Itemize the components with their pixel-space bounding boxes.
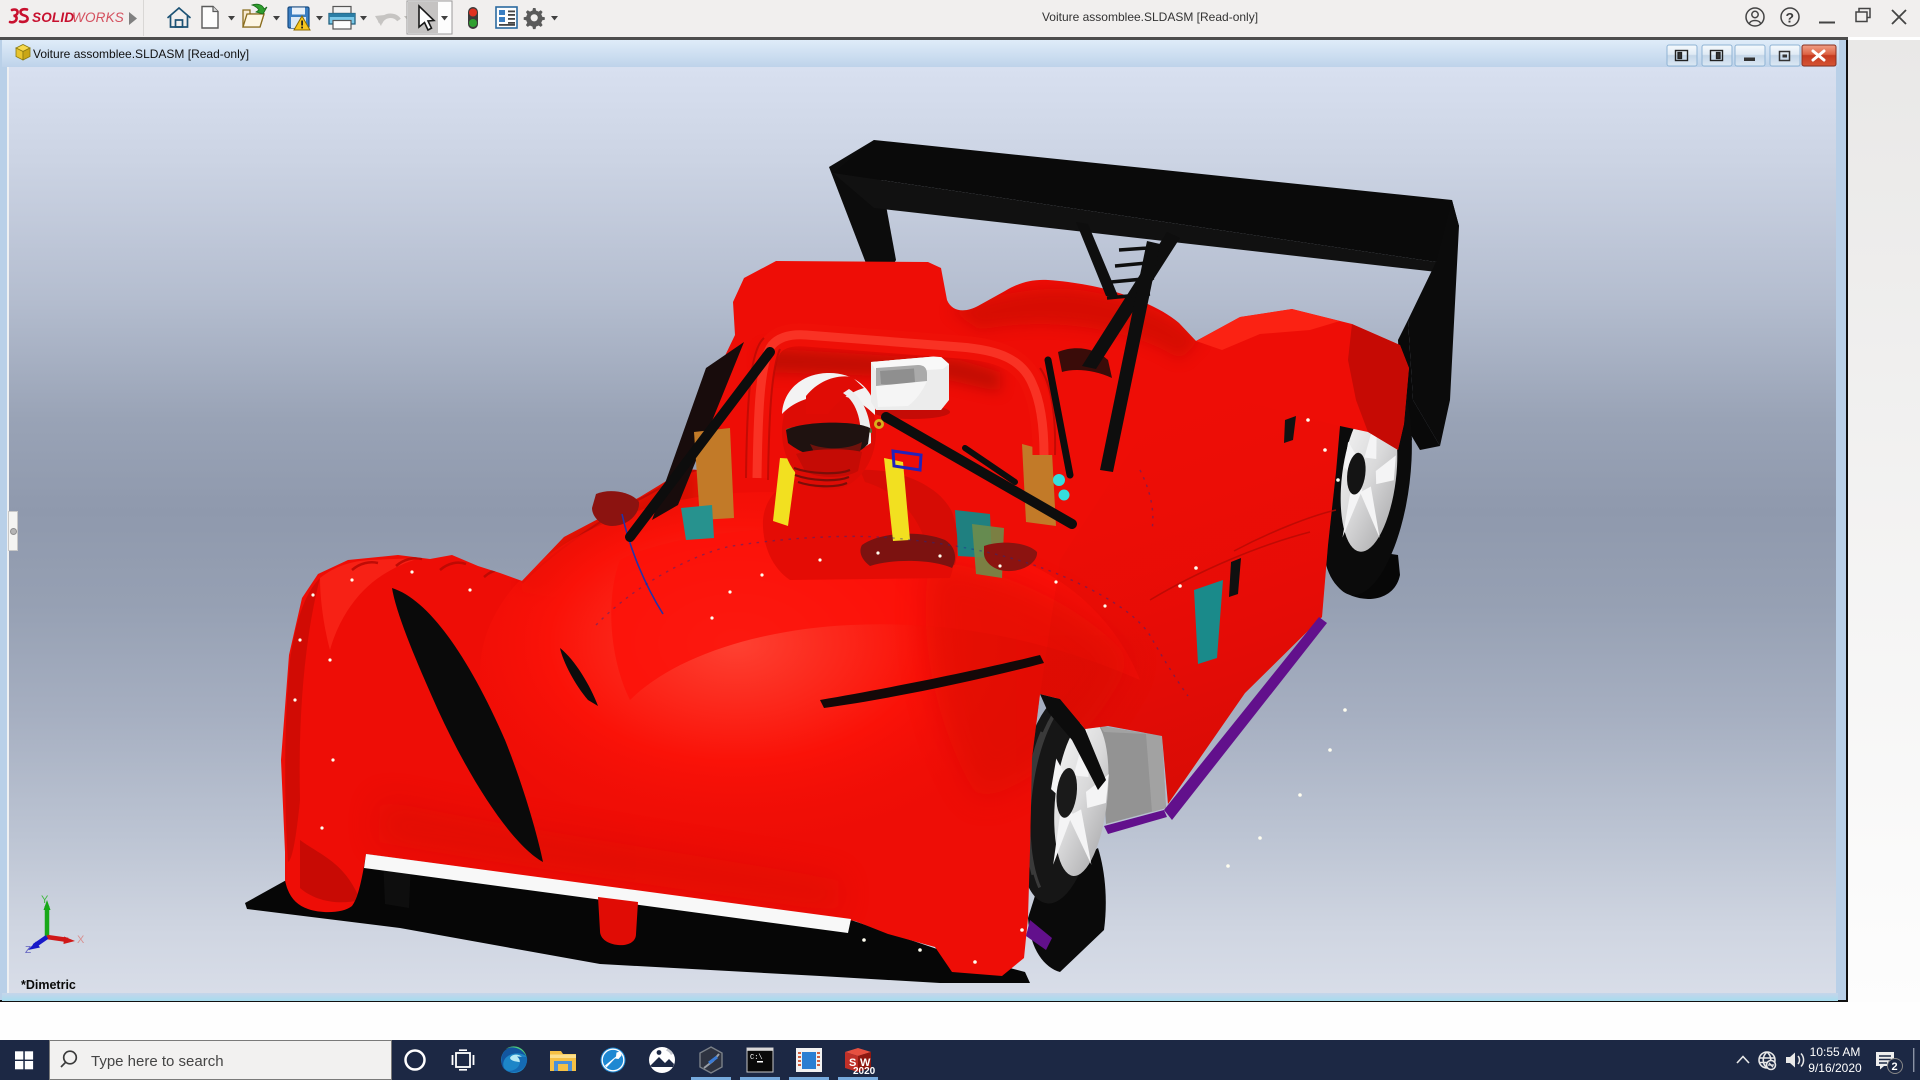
svg-text:C:\: C:\ — [750, 1054, 763, 1062]
svg-text:Y: Y — [41, 894, 49, 906]
svg-text:X: X — [77, 934, 85, 946]
svg-text:2020: 2020 — [853, 1066, 876, 1077]
svg-text:2: 2 — [1892, 1061, 1898, 1073]
svg-text:SOLID: SOLID — [32, 10, 74, 25]
svg-text:?: ? — [1786, 10, 1795, 26]
svg-text:Z: Z — [25, 945, 31, 956]
svg-text:WORKS: WORKS — [72, 10, 124, 25]
